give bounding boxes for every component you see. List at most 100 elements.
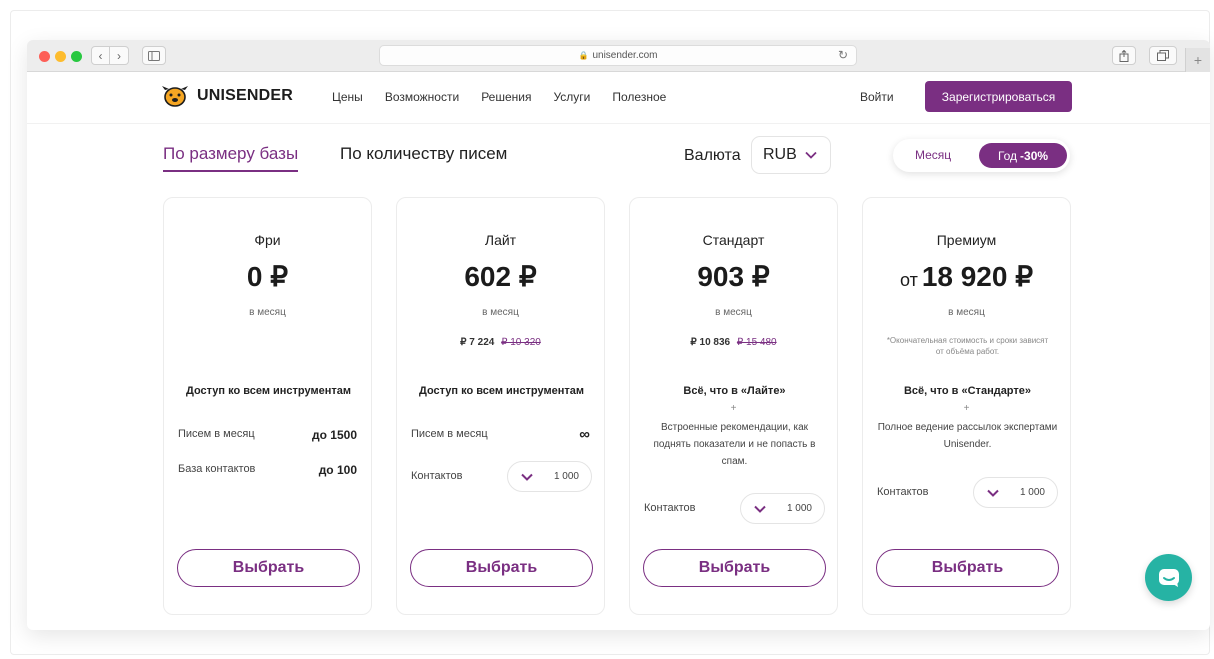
- plus-sign: +: [730, 403, 737, 414]
- minimize-window-button[interactable]: [55, 51, 66, 62]
- plan-name: Лайт: [484, 232, 517, 248]
- choose-plan-button[interactable]: Выбрать: [410, 549, 593, 587]
- tab-by-letter-count[interactable]: По количеству писем: [340, 144, 507, 164]
- reload-icon[interactable]: ↻: [838, 48, 848, 62]
- price-note: *Окончательная стоимость и сроки зависят…: [886, 336, 1049, 356]
- chevron-down-icon: [520, 470, 534, 484]
- nav-item-services[interactable]: Услуги: [553, 90, 590, 104]
- choose-plan-button[interactable]: Выбрать: [643, 549, 826, 587]
- url-text: unisender.com: [592, 50, 658, 61]
- dog-logo-icon: [162, 86, 188, 107]
- currency-value: RUB: [763, 146, 797, 163]
- plan-period: в месяц: [948, 307, 985, 318]
- contacts-label: Контактов: [877, 486, 929, 498]
- price-prefix: от: [899, 270, 918, 290]
- emails-per-month-label: Писем в месяц: [178, 428, 255, 440]
- plan-price: 18 920 ₽: [921, 261, 1034, 292]
- plan-name: Фри: [254, 232, 281, 248]
- chevron-right-icon: ›: [117, 48, 121, 63]
- plan-description: Полное ведение рассылок экспертами Unise…: [877, 422, 1058, 450]
- chat-icon: [1158, 568, 1179, 587]
- nav-item-prices[interactable]: Цены: [332, 90, 363, 104]
- annual-price-old: ₽ 15 480: [736, 337, 777, 348]
- plan-card-premium: Премиум от 18 920 ₽ в месяц *Окончательна…: [862, 197, 1071, 615]
- plan-card-lite: Лайт 602 ₽ в месяц ₽ 7 224 ₽ 10 320 Дост…: [396, 197, 605, 615]
- choose-plan-button[interactable]: Выбрать: [177, 549, 360, 587]
- contacts-label: Контактов: [411, 470, 463, 482]
- plan-price-wrapper: от 18 920 ₽: [863, 260, 1070, 293]
- share-button[interactable]: [1112, 46, 1136, 65]
- contacts-value: 1 000: [553, 471, 579, 482]
- emails-per-month-value: ∞: [579, 426, 590, 443]
- plan-period: в месяц: [715, 307, 752, 318]
- annual-price-old: ₽ 10 320: [501, 337, 541, 348]
- plus-sign: +: [963, 403, 970, 414]
- plan-card-standard: Стандарт 903 ₽ в месяц ₽ 10 836 ₽ 15 480…: [629, 197, 838, 615]
- nav-item-solutions[interactable]: Решения: [481, 90, 531, 104]
- main-nav: Цены Возможности Решения Услуги Полезное: [332, 90, 688, 104]
- plan-feature: Всё, что в «Стандарте»: [903, 385, 1032, 397]
- annual-price: ₽ 10 836 ₽ 15 480: [630, 337, 837, 348]
- close-window-button[interactable]: [39, 51, 50, 62]
- address-bar[interactable]: 🔒 unisender.com ↻: [379, 45, 857, 66]
- tabs-icon: [1157, 50, 1169, 61]
- tab-overview-button[interactable]: [1149, 46, 1177, 65]
- sidebar-toggle-button[interactable]: [142, 46, 166, 65]
- plus-icon: +: [1193, 52, 1203, 68]
- emails-per-month-label: Писем в месяц: [411, 428, 488, 440]
- contacts-value: 1 000: [1019, 487, 1045, 498]
- nav-item-useful[interactable]: Полезное: [612, 90, 666, 104]
- annual-price: ₽ 7 224 ₽ 10 320: [397, 337, 604, 348]
- choose-plan-button[interactable]: Выбрать: [876, 549, 1059, 587]
- contacts-select[interactable]: 1 000: [507, 461, 592, 492]
- currency-select[interactable]: RUB: [751, 136, 831, 174]
- chevron-down-icon: [753, 502, 767, 516]
- site-header: UNISENDER Цены Возможности Решения Услуг…: [27, 72, 1210, 124]
- emails-per-month-value: до 1500: [312, 428, 357, 442]
- period-year-option[interactable]: Год -30%: [979, 143, 1067, 168]
- back-button[interactable]: ‹: [91, 46, 110, 65]
- browser-toolbar: ‹ › 🔒 unisender.com ↻ +: [27, 40, 1210, 72]
- login-link[interactable]: Войти: [860, 90, 894, 104]
- register-button[interactable]: Зарегистрироваться: [925, 81, 1072, 112]
- chevron-left-icon: ‹: [98, 48, 103, 63]
- sidebar-icon: [148, 50, 160, 61]
- plan-feature: Доступ ко всем инструментам: [185, 385, 352, 397]
- contact-base-label: База контактов: [178, 463, 256, 475]
- nav-item-features[interactable]: Возможности: [385, 90, 459, 104]
- plan-feature: Всё, что в «Лайте»: [683, 385, 786, 397]
- plan-feature: Доступ ко всем инструментам: [418, 385, 585, 397]
- plan-period: в месяц: [482, 307, 519, 318]
- logo-text: UNISENDER: [197, 87, 294, 104]
- chevron-down-icon: [986, 486, 1000, 500]
- billing-period-toggle: Месяц Год -30%: [893, 139, 1070, 172]
- contact-base-value: до 100: [318, 463, 357, 477]
- annual-price-now: ₽ 7 224: [460, 337, 495, 348]
- tab-by-base-size[interactable]: По размеру базы: [163, 144, 299, 172]
- browser-window: ‹ › 🔒 unisender.com ↻ + UNISENDER Цены В…: [27, 40, 1210, 630]
- plan-card-free: Фри 0 ₽ в месяц Доступ ко всем инструмен…: [163, 197, 372, 615]
- period-year-label: Год: [997, 148, 1018, 163]
- currency-label: Валюта: [684, 147, 741, 164]
- plan-price: 602 ₽: [464, 261, 537, 292]
- zoom-window-button[interactable]: [71, 51, 82, 62]
- contacts-select[interactable]: 1 000: [973, 477, 1058, 508]
- chat-button[interactable]: [1145, 554, 1192, 601]
- contacts-value: 1 000: [786, 503, 812, 514]
- plan-price: 903 ₽: [697, 261, 770, 292]
- plan-price: 0 ₽: [246, 261, 289, 292]
- chevron-down-icon: [805, 151, 817, 159]
- period-month-option[interactable]: Месяц: [915, 148, 951, 162]
- forward-button[interactable]: ›: [110, 46, 129, 65]
- plan-period: в месяц: [249, 307, 286, 318]
- new-tab-button[interactable]: +: [1185, 48, 1210, 72]
- contacts-label: Контактов: [644, 502, 696, 514]
- logo[interactable]: UNISENDER: [161, 84, 293, 108]
- period-discount: -30%: [1020, 148, 1049, 163]
- share-icon: [1119, 49, 1129, 62]
- annual-price-now: ₽ 10 836: [690, 337, 731, 348]
- lock-icon: 🔒: [578, 51, 589, 60]
- contacts-select[interactable]: 1 000: [740, 493, 825, 524]
- plan-description: Встроенные рекомендации, как поднять пок…: [653, 422, 816, 467]
- plan-name: Стандарт: [702, 232, 765, 248]
